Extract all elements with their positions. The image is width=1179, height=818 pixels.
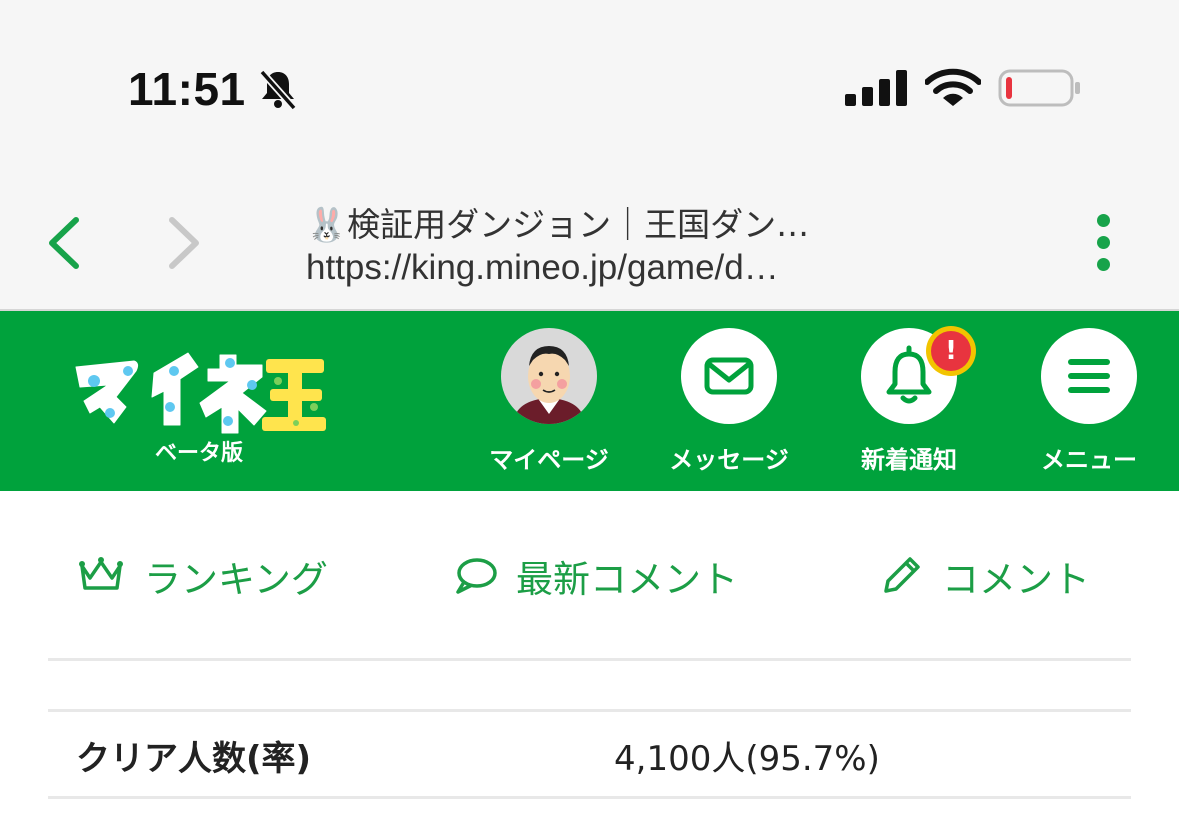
forward-arrow-icon[interactable] bbox=[160, 212, 208, 274]
speech-bubble-icon bbox=[456, 558, 497, 594]
nav-mypage[interactable]: マイページ bbox=[469, 328, 629, 478]
main-content: ランキング 最新コメント コメント クリア人数(率) 4,100人(95.7%) bbox=[0, 491, 1179, 818]
tab-ranking[interactable]: ランキング bbox=[76, 551, 328, 601]
page-url[interactable]: https://king.mineo.jp/game/d… bbox=[306, 248, 866, 288]
wifi-icon bbox=[925, 68, 981, 106]
crown-icon bbox=[79, 557, 123, 590]
tab-comment[interactable]: コメント bbox=[878, 551, 1090, 601]
notification-badge: ! bbox=[926, 326, 976, 376]
mineo-logo[interactable] bbox=[70, 341, 330, 441]
tab-ranking-label: ランキング bbox=[144, 558, 328, 601]
clear-rate-value: 4,100人(95.7%) bbox=[614, 739, 880, 779]
nav-messages-label: メッセージ bbox=[669, 446, 789, 474]
avatar[interactable] bbox=[501, 328, 597, 424]
nav-mypage-label: マイページ bbox=[489, 446, 609, 474]
divider bbox=[48, 658, 1131, 661]
envelope-icon bbox=[704, 357, 754, 395]
status-bar: 11:51 bbox=[0, 0, 1179, 180]
site-header: ベータ版 マイページ メッセージ 新着通知 メニュー bbox=[0, 311, 1179, 491]
status-time: 11:51 bbox=[128, 63, 246, 115]
tab-comment-label: コメント bbox=[942, 558, 1090, 601]
clear-rate-label: クリア人数(率) bbox=[76, 739, 312, 779]
back-arrow-icon[interactable] bbox=[40, 212, 88, 274]
nav-menu[interactable]: メニュー bbox=[1009, 328, 1169, 478]
divider bbox=[48, 709, 1131, 712]
pencil-icon bbox=[884, 557, 920, 593]
notification-badge-text: ! bbox=[931, 331, 971, 371]
logo-subtitle: ベータ版 bbox=[155, 441, 244, 466]
tab-latest-comments[interactable]: 最新コメント bbox=[452, 551, 738, 601]
browser-toolbar: 🐰検証用ダンジョン｜王国ダン… https://king.mineo.jp/ga… bbox=[0, 180, 1179, 311]
battery-low-icon bbox=[998, 69, 1080, 107]
hamburger-menu-icon bbox=[1068, 359, 1110, 393]
tab-latest-comments-label: 最新コメント bbox=[516, 558, 738, 601]
page-title[interactable]: 🐰検証用ダンジョン｜王国ダン… bbox=[306, 198, 866, 246]
more-options-icon[interactable] bbox=[1086, 210, 1122, 274]
nav-menu-label: メニュー bbox=[1041, 446, 1137, 474]
divider bbox=[48, 796, 1131, 799]
nav-notifications-label: 新着通知 bbox=[861, 446, 957, 474]
cellular-signal-icon bbox=[845, 70, 907, 106]
bell-slash-icon bbox=[259, 69, 297, 110]
nav-messages[interactable]: メッセージ bbox=[649, 328, 809, 478]
